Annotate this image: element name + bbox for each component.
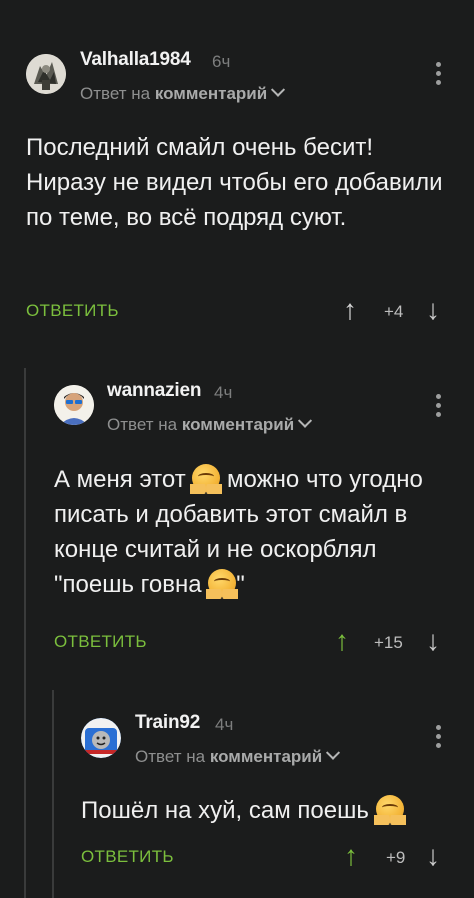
reply-to-link[interactable]: Ответ на комментарий <box>107 413 313 435</box>
avatar[interactable] <box>54 385 94 425</box>
more-vertical-icon[interactable] <box>436 62 442 89</box>
thread-line-level1 <box>24 368 26 898</box>
reply-button[interactable]: ОТВЕТИТЬ <box>54 632 147 652</box>
reply-to-prefix: Ответ на <box>80 84 151 103</box>
reply-to-prefix: Ответ на <box>107 415 178 434</box>
username[interactable]: Train92 <box>135 712 200 734</box>
upvote-arrow-icon[interactable]: ↑ <box>343 296 357 324</box>
score: +15 <box>374 633 403 652</box>
hugging-face-emoji-icon <box>206 569 239 599</box>
avatar[interactable] <box>81 718 121 758</box>
chevron-down-icon <box>271 82 286 97</box>
downvote-arrow-icon[interactable]: ↓ <box>426 296 440 324</box>
comment-text-part1: Пошёл на хуй, сам поешь <box>81 797 369 824</box>
chevron-down-icon <box>326 745 341 760</box>
reply-to-link[interactable]: Ответ на комментарий <box>80 82 286 104</box>
upvote-arrow-icon[interactable]: ↑ <box>344 842 358 870</box>
comment-text: Последний смайл очень бесит! Ниразу не в… <box>26 134 443 231</box>
reply-to-target: комментарий <box>209 747 323 766</box>
username[interactable]: wannazien <box>107 380 201 402</box>
comment-text-part1: А меня этот <box>54 466 186 493</box>
avatar[interactable] <box>26 54 66 94</box>
reply-button[interactable]: ОТВЕТИТЬ <box>26 301 119 321</box>
timestamp: 6ч <box>212 52 231 71</box>
thread-line-level2 <box>52 690 54 898</box>
downvote-arrow-icon[interactable]: ↓ <box>426 842 440 870</box>
more-vertical-icon[interactable] <box>436 725 442 752</box>
reply-to-target: комментарий <box>181 415 295 434</box>
score: +9 <box>386 848 406 867</box>
upvote-arrow-icon[interactable]: ↑ <box>335 627 349 655</box>
reply-to-link[interactable]: Ответ на комментарий <box>135 745 341 767</box>
username[interactable]: Valhalla1984 <box>80 49 191 71</box>
chevron-down-icon <box>298 413 313 428</box>
reply-to-target: комментарий <box>154 84 268 103</box>
comment-text: А меня этот можно что угодно писать и до… <box>54 462 454 602</box>
reply-button[interactable]: ОТВЕТИТЬ <box>81 847 174 867</box>
timestamp: 4ч <box>214 383 233 402</box>
more-vertical-icon[interactable] <box>436 394 442 421</box>
reply-to-prefix: Ответ на <box>135 747 206 766</box>
score: +4 <box>384 302 404 321</box>
timestamp: 4ч <box>215 715 234 734</box>
hugging-face-emoji-icon <box>190 464 223 494</box>
downvote-arrow-icon[interactable]: ↓ <box>426 627 440 655</box>
comment-text: Пошёл на хуй, сам поешь <box>81 793 461 828</box>
hugging-face-emoji-icon <box>373 795 406 825</box>
